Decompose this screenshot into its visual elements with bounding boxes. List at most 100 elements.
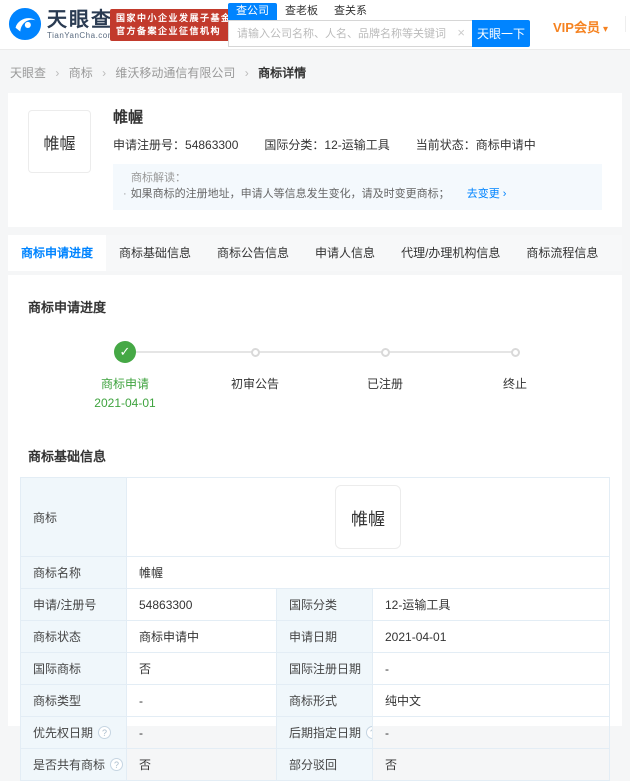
application-progress-stepper: ✓ 商标申请 2021-04-01 初审公告 已注册 终止	[20, 341, 610, 410]
row-value: -	[372, 716, 610, 749]
interpretation-box: 商标解读： · 如果商标的注册地址，申请人等信息发生变化，请及时变更商标； 去变更…	[113, 164, 602, 210]
detail-tabbar: 商标申请进度 商标基础信息 商标公告信息 申请人信息 代理/办理机构信息 商标流…	[8, 235, 622, 271]
tab-application-progress[interactable]: 商标申请进度	[8, 235, 107, 271]
row-label: 申请日期	[276, 620, 373, 653]
header-divider	[625, 16, 626, 32]
row-value: 54863300	[126, 588, 277, 621]
row-label: 优先权日期?	[20, 716, 127, 749]
tab-agency-info[interactable]: 代理/办理机构信息	[388, 235, 513, 271]
breadcrumb-trademark[interactable]: 商标	[69, 66, 93, 80]
search-tab-company[interactable]: 查公司	[228, 3, 277, 20]
row-value: 否	[126, 652, 277, 685]
breadcrumb-current: 商标详情	[258, 66, 307, 80]
help-icon[interactable]: ?	[98, 726, 112, 739]
row-label: 国际分类	[276, 588, 373, 621]
search-tab-relation[interactable]: 查关系	[326, 3, 375, 20]
site-header: 天眼查 TianYanCha.com 国家中小企业发展子基金下 官方备案企业征信…	[0, 0, 630, 50]
trademark-image-cell: 帷幄	[126, 477, 610, 557]
row-label: 是否共有商标?	[20, 748, 127, 781]
row-label: 商标	[20, 477, 127, 557]
table-row: 商标 帷幄	[20, 477, 610, 557]
row-label: 国际注册日期	[276, 652, 373, 685]
row-value: 2021-04-01	[372, 620, 610, 653]
table-row: 商标名称 帷幄	[20, 556, 610, 589]
table-row: 是否共有商标? 否 部分驳回 否	[20, 748, 610, 781]
basic-info-section-title: 商标基础信息	[28, 449, 107, 464]
logo-name: 天眼查	[47, 8, 113, 31]
search-button[interactable]: 天眼一下	[472, 20, 530, 47]
pending-dot-icon	[250, 347, 260, 357]
help-icon[interactable]: ?	[110, 758, 124, 771]
vip-link[interactable]: VIP会员 ▾	[553, 17, 608, 36]
basic-info-table: 商标 帷幄 商标名称 帷幄 申请/注册号 54863300 国际分类 12-运输…	[20, 477, 610, 781]
row-label: 商标形式	[276, 684, 373, 717]
row-value: 纯中文	[372, 684, 610, 717]
registration-number-field: 申请注册号：54863300	[113, 138, 239, 152]
trademark-summary-card: 帷幄 帷幄 申请注册号：54863300 国际分类：12-运输工具 当前状态：商…	[8, 93, 622, 227]
table-row: 商标类型 - 商标形式 纯中文	[20, 684, 610, 717]
row-value: -	[372, 652, 610, 685]
table-row: 优先权日期? - 后期指定日期? -	[20, 716, 610, 749]
breadcrumb-company[interactable]: 维沃移动通信有限公司	[115, 66, 235, 80]
badge-line-2: 官方备案企业征信机构	[116, 26, 222, 36]
row-label: 部分驳回	[276, 748, 373, 781]
bullet: ·	[123, 188, 127, 200]
table-row: 商标状态 商标申请中 申请日期 2021-04-01	[20, 620, 610, 653]
row-value: -	[126, 684, 277, 717]
step-date: 2021-04-01	[94, 396, 156, 410]
tianyancha-logo[interactable]: 天眼查 TianYanCha.com	[8, 7, 115, 41]
summary-fields: 申请注册号：54863300 国际分类：12-运输工具 当前状态：商标申请中	[113, 136, 602, 153]
progress-section-title: 商标申请进度	[28, 300, 107, 315]
search-input[interactable]	[228, 20, 472, 47]
go-change-link[interactable]: 去变更 ›	[467, 188, 507, 200]
pending-dot-icon	[510, 347, 520, 357]
row-label: 商标状态	[20, 620, 127, 653]
interpretation-title: 商标解读：	[131, 172, 186, 184]
tianyancha-eye-icon	[8, 7, 42, 41]
trademark-thumbnail: 帷幄	[28, 110, 91, 173]
vip-label: VIP会员	[553, 20, 600, 35]
row-value: 帷幄	[126, 556, 610, 589]
row-label: 后期指定日期?	[276, 716, 373, 749]
badge-line-1: 国家中小企业发展子基金下	[116, 13, 243, 23]
row-label: 商标名称	[20, 556, 127, 589]
current-status-field: 当前状态：商标申请中	[415, 138, 536, 152]
interpretation-text: 如果商标的注册地址，申请人等信息发生变化，请及时变更商标；	[130, 188, 450, 200]
international-class-field: 国际分类：12-运输工具	[264, 138, 390, 152]
row-value: 否	[372, 748, 610, 781]
caret-down-icon: ▾	[602, 24, 608, 35]
pending-dot-icon	[380, 347, 390, 357]
row-value: 12-运输工具	[372, 588, 610, 621]
row-value: 否	[126, 748, 277, 781]
chevron-right-icon: ›	[502, 188, 507, 200]
breadcrumb-separator: ›	[55, 66, 60, 80]
tab-applicant-info[interactable]: 申请人信息	[302, 235, 388, 271]
search-tabs: 查公司 查老板 查关系	[228, 3, 530, 20]
row-label: 申请/注册号	[20, 588, 127, 621]
tab-basic-info[interactable]: 商标基础信息	[106, 235, 204, 271]
breadcrumb: 天眼查 › 商标 › 维沃移动通信有限公司 › 商标详情	[0, 50, 630, 93]
clear-icon[interactable]: ×	[457, 26, 465, 40]
detail-content-card: 商标申请进度 ✓ 商标申请 2021-04-01 初审公告 已注册 终止 商标基…	[8, 275, 622, 781]
table-row: 国际商标 否 国际注册日期 -	[20, 652, 610, 685]
breadcrumb-separator: ›	[102, 66, 107, 80]
table-row: 申请/注册号 54863300 国际分类 12-运输工具	[20, 588, 610, 621]
search-tab-boss[interactable]: 查老板	[277, 3, 326, 20]
trademark-title: 帷幄	[113, 109, 144, 126]
breadcrumb-home[interactable]: 天眼查	[10, 66, 46, 80]
row-label: 国际商标	[20, 652, 127, 685]
check-icon: ✓	[114, 341, 136, 363]
help-icon[interactable]: ?	[366, 726, 372, 739]
trademark-thumbnail-text: 帷幄	[43, 135, 76, 153]
tab-process-info[interactable]: 商标流程信息	[513, 235, 611, 271]
row-value: 商标申请中	[126, 620, 277, 653]
logo-domain: TianYanCha.com	[47, 30, 115, 40]
trademark-image: 帷幄	[335, 485, 401, 549]
breadcrumb-separator: ›	[244, 66, 249, 80]
row-value: -	[126, 716, 277, 749]
search-block: 查公司 查老板 查关系 × 天眼一下	[228, 3, 530, 47]
row-label: 商标类型	[20, 684, 127, 717]
tab-goods-services[interactable]: 商品/服务项目	[611, 235, 622, 271]
step-terminated: 终止	[385, 341, 580, 410]
tab-announcement-info[interactable]: 商标公告信息	[204, 235, 302, 271]
